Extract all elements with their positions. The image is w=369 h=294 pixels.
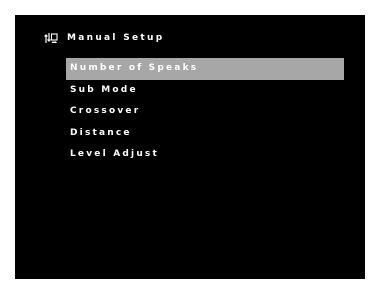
menu-header: Manual Setup [44,31,164,45]
menu-item-sub-mode[interactable]: Sub Mode [66,80,344,102]
menu-item-crossover[interactable]: Crossover [66,101,344,123]
setup-menu: Number of Speaks Sub Mode Crossover Dist… [66,58,344,166]
menu-item-level-adjust[interactable]: Level Adjust [66,144,344,166]
menu-item-number-of-speakers[interactable]: Number of Speaks [66,58,344,80]
speaker-setup-icon [44,32,58,44]
osd-screen: Manual Setup Number of Speaks Sub Mode C… [15,15,365,279]
menu-item-distance[interactable]: Distance [66,123,344,145]
page-title: Manual Setup [67,33,165,43]
